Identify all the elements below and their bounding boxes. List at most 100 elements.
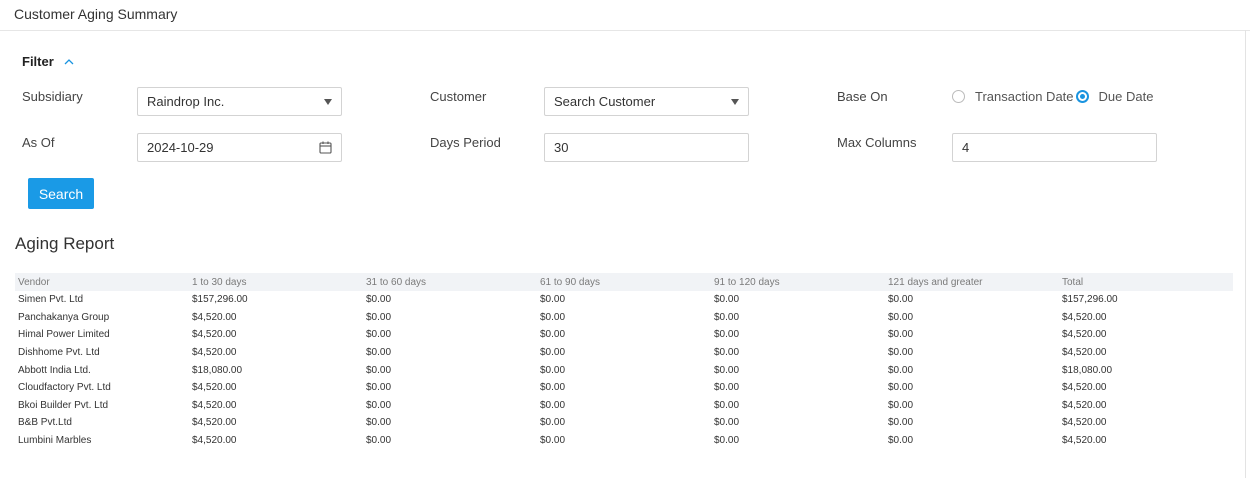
amount-cell: $0.00 <box>540 329 566 341</box>
page-title: Customer Aging Summary <box>14 6 178 22</box>
column-header-total: Total <box>1062 276 1084 288</box>
column-header-vendor: Vendor <box>18 276 50 288</box>
amount-cell: $0.00 <box>888 417 914 429</box>
max-columns-label: Max Columns <box>837 135 917 150</box>
amount-cell: $0.00 <box>714 399 740 411</box>
amount-cell: $0.00 <box>714 329 740 341</box>
amount-cell: $0.00 <box>888 347 914 359</box>
column-header-31-60: 31 to 60 days <box>366 276 427 288</box>
column-header-91-120: 91 to 120 days <box>714 276 780 288</box>
vendor-cell: Simen Pvt. Ltd <box>18 294 84 306</box>
radio-transaction-date[interactable]: Transaction Date <box>952 89 1074 104</box>
customer-label: Customer <box>430 89 487 104</box>
table-row: Panchakanya Group $4,520.00 $0.00 $0.00 … <box>15 309 1233 327</box>
vendor-cell: Himal Power Limited <box>18 329 110 341</box>
table-row: Himal Power Limited $4,520.00 $0.00 $0.0… <box>15 326 1233 344</box>
aging-report-table: Vendor 1 to 30 days 31 to 60 days 61 to … <box>15 273 1233 449</box>
amount-cell: $0.00 <box>366 364 392 376</box>
table-row: Abbott India Ltd. $18,080.00 $0.00 $0.00… <box>15 361 1233 379</box>
vendor-cell: B&B Pvt.Ltd <box>18 417 72 429</box>
amount-cell: $0.00 <box>714 294 740 306</box>
amount-cell: $0.00 <box>366 435 392 447</box>
calendar-icon[interactable] <box>319 141 332 154</box>
amount-cell: $0.00 <box>366 382 392 394</box>
as-of-label: As Of <box>22 135 55 150</box>
amount-cell: $0.00 <box>540 294 566 306</box>
as-of-date-input[interactable]: 2024-10-29 <box>137 133 342 162</box>
amount-cell: $157,296.00 <box>192 294 248 306</box>
filter-toggle[interactable]: Filter <box>22 54 74 69</box>
amount-cell: $0.00 <box>888 399 914 411</box>
as-of-value: 2024-10-29 <box>147 140 214 155</box>
amount-cell: $0.00 <box>888 329 914 341</box>
chevron-up-icon <box>64 58 74 66</box>
radio-label: Due Date <box>1098 89 1154 104</box>
table-row: Cloudfactory Pvt. Ltd $4,520.00 $0.00 $0… <box>15 379 1233 397</box>
radio-label: Transaction Date <box>975 89 1074 104</box>
customer-placeholder: Search Customer <box>554 94 656 109</box>
amount-cell: $4,520.00 <box>192 399 237 411</box>
days-period-input[interactable] <box>544 133 749 162</box>
amount-cell: $0.00 <box>888 364 914 376</box>
amount-cell: $0.00 <box>540 347 566 359</box>
amount-cell: $0.00 <box>714 311 740 323</box>
amount-cell: $0.00 <box>540 417 566 429</box>
search-button[interactable]: Search <box>28 178 94 209</box>
amount-cell: $4,520.00 <box>192 435 237 447</box>
total-cell: $4,520.00 <box>1062 435 1107 447</box>
amount-cell: $0.00 <box>714 364 740 376</box>
total-cell: $4,520.00 <box>1062 382 1107 394</box>
page-header: Customer Aging Summary <box>0 0 1250 31</box>
column-header-61-90: 61 to 90 days <box>540 276 601 288</box>
amount-cell: $0.00 <box>714 435 740 447</box>
amount-cell: $0.00 <box>714 382 740 394</box>
amount-cell: $0.00 <box>714 417 740 429</box>
column-header-121-plus: 121 days and greater <box>888 276 983 288</box>
radio-due-date[interactable]: Due Date <box>1075 89 1154 104</box>
vendor-cell: Abbott India Ltd. <box>18 364 91 376</box>
table-row: Lumbini Marbles $4,520.00 $0.00 $0.00 $0… <box>15 432 1233 450</box>
amount-cell: $4,520.00 <box>192 347 237 359</box>
amount-cell: $0.00 <box>540 311 566 323</box>
report-title: Aging Report <box>15 234 115 253</box>
amount-cell: $0.00 <box>540 399 566 411</box>
table-header-row: Vendor 1 to 30 days 31 to 60 days 61 to … <box>15 273 1233 291</box>
total-cell: $4,520.00 <box>1062 347 1107 359</box>
total-cell: $4,520.00 <box>1062 399 1107 411</box>
customer-select[interactable]: Search Customer <box>544 87 749 116</box>
base-on-label: Base On <box>837 89 888 104</box>
amount-cell: $4,520.00 <box>192 329 237 341</box>
panel-divider <box>1245 30 1246 478</box>
amount-cell: $0.00 <box>540 435 566 447</box>
total-cell: $4,520.00 <box>1062 311 1107 323</box>
amount-cell: $0.00 <box>366 347 392 359</box>
days-period-label: Days Period <box>430 135 501 150</box>
amount-cell: $0.00 <box>888 382 914 394</box>
radio-button[interactable] <box>952 90 965 103</box>
total-cell: $18,080.00 <box>1062 364 1113 376</box>
amount-cell: $0.00 <box>366 417 392 429</box>
amount-cell: $0.00 <box>540 382 566 394</box>
amount-cell: $0.00 <box>366 311 392 323</box>
subsidiary-select[interactable]: Raindrop Inc. <box>137 87 342 116</box>
amount-cell: $4,520.00 <box>192 311 237 323</box>
vendor-cell: Dishhome Pvt. Ltd <box>18 347 100 359</box>
caret-down-icon <box>731 98 739 105</box>
max-columns-input[interactable] <box>952 133 1157 162</box>
vendor-cell: Cloudfactory Pvt. Ltd <box>18 382 111 394</box>
amount-cell: $0.00 <box>366 294 392 306</box>
total-cell: $4,520.00 <box>1062 417 1107 429</box>
amount-cell: $4,520.00 <box>192 417 237 429</box>
column-header-1-30: 1 to 30 days <box>192 276 247 288</box>
radio-button-checked[interactable] <box>1075 90 1089 103</box>
table-row: Dishhome Pvt. Ltd $4,520.00 $0.00 $0.00 … <box>15 344 1233 362</box>
base-on-radio-group: Transaction Date Due Date <box>952 89 1153 104</box>
table-row: Simen Pvt. Ltd $157,296.00 $0.00 $0.00 $… <box>15 291 1233 309</box>
amount-cell: $4,520.00 <box>192 382 237 394</box>
amount-cell: $0.00 <box>366 399 392 411</box>
vendor-cell: Panchakanya Group <box>18 311 110 323</box>
filter-label: Filter <box>22 54 54 69</box>
amount-cell: $0.00 <box>888 435 914 447</box>
amount-cell: $0.00 <box>888 311 914 323</box>
amount-cell: $0.00 <box>366 329 392 341</box>
